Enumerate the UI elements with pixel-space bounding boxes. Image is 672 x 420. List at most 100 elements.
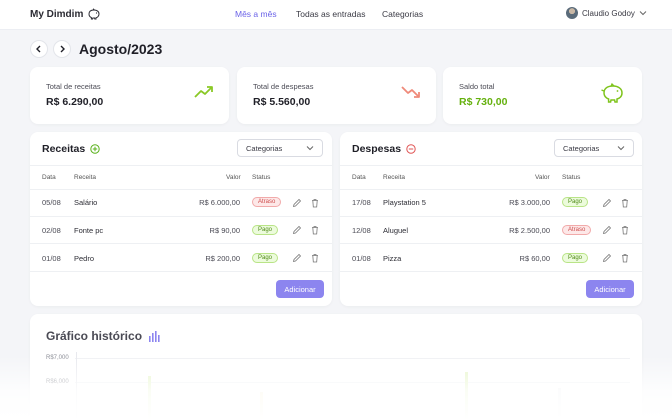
avatar <box>566 7 578 19</box>
row-name: Playstation 5 <box>383 198 426 207</box>
row-name: Pedro <box>74 254 95 263</box>
col-status: Status <box>562 174 581 181</box>
user-menu[interactable]: Claudio Godoy <box>566 7 647 19</box>
divider <box>30 216 332 217</box>
edit-icon[interactable] <box>292 198 302 208</box>
bar-chart-icon <box>149 330 160 342</box>
nav-todas-entradas[interactable]: Todas as entradas <box>296 9 365 19</box>
despesas-category-select[interactable]: Categorias <box>554 139 634 157</box>
despesas-select-value: Categorias <box>563 143 600 153</box>
trash-icon[interactable] <box>310 225 320 235</box>
col-receita: Receita <box>74 174 97 181</box>
trash-icon[interactable] <box>620 253 630 263</box>
saldo-total-value: R$ 730,00 <box>459 96 508 108</box>
row-value: R$ 2.500,00 <box>509 226 550 235</box>
y-tick: R$7,000 <box>46 355 69 361</box>
row-date: 05/08 <box>42 198 61 207</box>
saldo-total-card: Saldo total R$ 730,00 <box>443 67 642 124</box>
row-name: Pizza <box>383 254 402 263</box>
chevron-down-icon <box>617 146 625 151</box>
row-date: 01/08 <box>352 254 371 263</box>
row-date: 02/08 <box>42 226 61 235</box>
chevron-left-icon <box>36 45 41 53</box>
add-circle-icon[interactable] <box>90 144 100 154</box>
add-despesa-button[interactable]: Adicionar <box>586 280 634 298</box>
chart-title-text: Gráfico histórico <box>46 329 143 343</box>
trending-up-icon <box>194 86 213 98</box>
col-valor: Valor <box>226 174 241 181</box>
divider <box>340 216 642 217</box>
receitas-category-select[interactable]: Categorias <box>237 139 323 157</box>
total-despesas-label: Total de despesas <box>253 82 314 91</box>
total-despesas-card: Total de despesas R$ 5.560,00 <box>237 67 436 124</box>
brand-name: My Dimdim <box>30 8 84 20</box>
edit-icon[interactable] <box>602 225 612 235</box>
row-value: R$ 3.000,00 <box>509 198 550 207</box>
col-valor: Valor <box>535 174 550 181</box>
row-value: R$ 200,00 <box>205 254 240 263</box>
historic-chart-card: Gráfico histórico R$7,000 R$6,000 <box>30 314 642 420</box>
edit-icon[interactable] <box>602 253 612 263</box>
previous-month-button[interactable] <box>30 40 48 58</box>
user-name: Claudio Godoy <box>582 8 635 18</box>
trash-icon[interactable] <box>310 253 320 263</box>
saldo-total-label: Saldo total <box>459 82 495 91</box>
chart-bar <box>558 388 561 420</box>
chart-bar <box>260 392 263 420</box>
edit-icon[interactable] <box>292 225 302 235</box>
total-receitas-value: R$ 6.290,00 <box>46 96 104 108</box>
chevron-down-icon <box>306 146 314 151</box>
status-badge: Pago <box>562 253 589 263</box>
gridline <box>75 358 630 359</box>
despesas-title: Despesas <box>352 143 416 155</box>
row-date: 01/08 <box>42 254 61 263</box>
y-tick: R$6,000 <box>46 379 69 385</box>
chart-title: Gráfico histórico <box>46 329 160 343</box>
receitas-select-value: Categorias <box>246 143 283 153</box>
next-month-button[interactable] <box>53 40 71 58</box>
col-data: Data <box>42 174 56 181</box>
col-status: Status <box>252 174 271 181</box>
trending-down-icon <box>401 86 420 98</box>
brand-logo[interactable]: My Dimdim <box>30 8 101 20</box>
add-receita-button[interactable]: Adicionar <box>276 280 324 298</box>
divider <box>30 189 332 190</box>
row-name: Fonte pc <box>74 226 104 235</box>
chart-bar <box>465 372 468 420</box>
row-name: Aluguel <box>383 226 409 235</box>
divider <box>30 243 332 244</box>
status-badge: Pago <box>252 225 279 235</box>
row-value: R$ 90,00 <box>209 226 240 235</box>
top-navbar: My Dimdim Mês a mês Todas as entradas Ca… <box>0 0 672 30</box>
status-badge: Pago <box>252 253 279 263</box>
remove-circle-icon[interactable] <box>406 144 416 154</box>
divider <box>340 165 642 166</box>
row-value: R$ 6.000,00 <box>199 198 240 207</box>
y-axis <box>76 352 77 420</box>
divider <box>30 165 332 166</box>
edit-icon[interactable] <box>602 198 612 208</box>
chevron-right-icon <box>60 45 65 53</box>
row-date: 17/08 <box>352 198 371 207</box>
divider <box>340 271 642 272</box>
row-name: Salário <box>74 198 98 207</box>
total-receitas-card: Total de receitas R$ 6.290,00 <box>30 67 229 124</box>
divider <box>340 189 642 190</box>
status-badge: Atraso <box>252 197 282 207</box>
period-title: Agosto/2023 <box>79 41 163 57</box>
piggy-bank-icon <box>601 82 623 103</box>
row-date: 12/08 <box>352 226 371 235</box>
edit-icon[interactable] <box>292 253 302 263</box>
col-data: Data <box>352 174 366 181</box>
trash-icon[interactable] <box>620 198 630 208</box>
nav-mes-a-mes[interactable]: Mês a mês <box>235 9 277 19</box>
trash-icon[interactable] <box>620 225 630 235</box>
receitas-title-text: Receitas <box>42 143 86 155</box>
receitas-title: Receitas <box>42 143 100 155</box>
piggy-bank-icon <box>88 8 100 20</box>
status-badge: Pago <box>562 197 589 207</box>
nav-categorias[interactable]: Categorias <box>382 9 423 19</box>
status-badge: Atraso <box>562 225 592 235</box>
row-value: R$ 60,00 <box>519 254 550 263</box>
trash-icon[interactable] <box>310 198 320 208</box>
